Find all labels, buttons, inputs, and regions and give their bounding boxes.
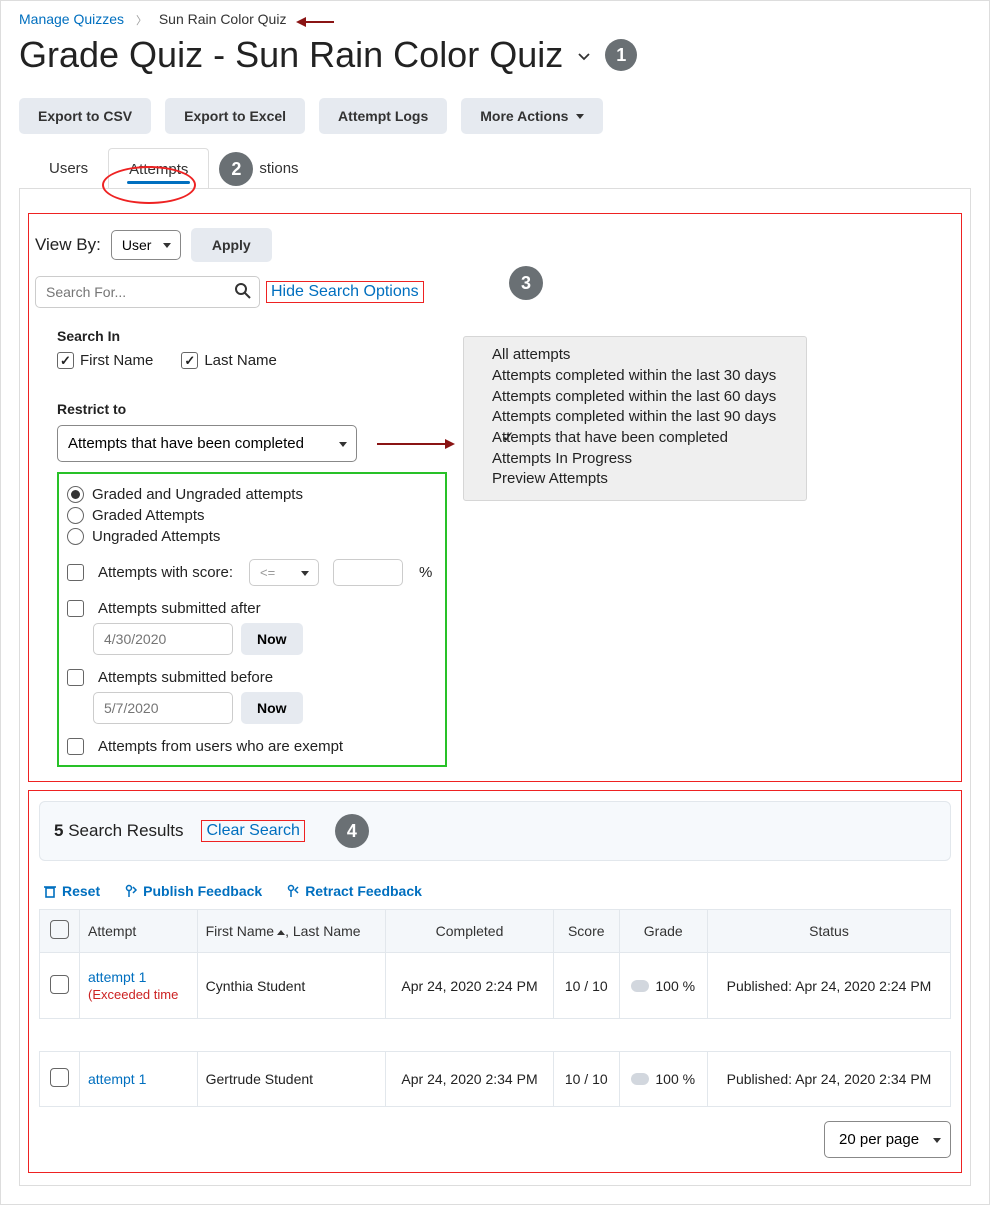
step-1-badge: 1 — [605, 39, 637, 71]
row-checkbox[interactable] — [50, 1068, 69, 1087]
firstname-checkbox[interactable]: First Name — [57, 352, 153, 369]
retract-feedback-action[interactable]: Retract Feedback — [286, 883, 422, 899]
cell-grade: 100 % — [619, 953, 707, 1019]
radio-ungraded[interactable]: Ungraded Attempts — [67, 528, 437, 545]
table-row: attempt 1 Gertrude Student Apr 24, 2020 … — [40, 1052, 951, 1107]
percent-label: % — [419, 564, 432, 581]
per-page-select[interactable]: 20 per page — [824, 1121, 951, 1158]
reset-action[interactable]: Reset — [43, 883, 100, 899]
search-options-region: View By: User Apply Hide Search Options — [28, 213, 962, 782]
breadcrumb: Manage Quizzes 〉 Sun Rain Color Quiz — [1, 1, 989, 30]
table-row: attempt 1(Exceeded time Cynthia Student … — [40, 953, 951, 1019]
grade-toggle-icon[interactable] — [631, 980, 649, 992]
breadcrumb-current: Sun Rain Color Quiz — [159, 11, 287, 27]
viewby-select[interactable]: User — [111, 230, 181, 260]
row-checkbox[interactable] — [50, 975, 69, 994]
cell-completed: Apr 24, 2020 2:34 PM — [386, 1052, 554, 1107]
radio-graded[interactable]: Graded Attempts — [67, 507, 437, 524]
col-grade[interactable]: Grade — [619, 910, 707, 953]
export-csv-button[interactable]: Export to CSV — [19, 98, 151, 134]
score-checkbox[interactable]: Attempts with score: % — [67, 559, 437, 586]
action-bar: Export to CSV Export to Excel Attempt Lo… — [1, 90, 989, 148]
grade-toggle-icon[interactable] — [631, 1073, 649, 1085]
cell-score: 10 / 10 — [553, 1052, 619, 1107]
annotation-arrow-icon — [296, 12, 336, 28]
export-excel-button[interactable]: Export to Excel — [165, 98, 305, 134]
col-score[interactable]: Score — [553, 910, 619, 953]
search-icon[interactable] — [234, 282, 252, 300]
content-panel: View By: User Apply Hide Search Options — [19, 188, 971, 1186]
before-checkbox[interactable]: Attempts submitted before — [67, 669, 437, 686]
select-all-checkbox[interactable] — [50, 920, 69, 939]
publish-feedback-action[interactable]: Publish Feedback — [124, 883, 262, 899]
sort-ascending-icon — [277, 930, 285, 935]
lastname-checkbox[interactable]: Last Name — [181, 352, 277, 369]
restrict-option[interactable]: Attempts completed within the last 30 da… — [492, 366, 794, 387]
radio-both[interactable]: Graded and Ungraded attempts — [67, 486, 437, 503]
breadcrumb-root-link[interactable]: Manage Quizzes — [19, 11, 124, 27]
before-date-input[interactable] — [93, 692, 233, 724]
score-operator-select[interactable] — [249, 559, 319, 586]
cell-name: Cynthia Student — [197, 953, 385, 1019]
step-4-badge: 4 — [335, 814, 369, 848]
restrict-option[interactable]: All attempts — [492, 345, 794, 366]
tab-questions[interactable]: stions — [259, 148, 318, 188]
tab-users[interactable]: Users — [29, 148, 108, 188]
annotation-arrow-icon — [375, 435, 455, 453]
cell-completed: Apr 24, 2020 2:24 PM — [386, 953, 554, 1019]
cell-name: Gertrude Student — [197, 1052, 385, 1107]
after-now-button[interactable]: Now — [241, 623, 303, 655]
col-status[interactable]: Status — [707, 910, 950, 953]
restrict-select[interactable]: Attempts that have been completed — [57, 425, 357, 462]
restrict-dropdown-popup: All attempts Attempts completed within t… — [463, 336, 807, 501]
restrict-option[interactable]: Attempts completed within the last 90 da… — [492, 407, 794, 428]
restrict-option[interactable]: Attempts completed within the last 60 da… — [492, 387, 794, 408]
cell-status: Published: Apr 24, 2020 2:34 PM — [707, 1052, 950, 1107]
filter-options-region: Graded and Ungraded attempts Graded Atte… — [57, 472, 447, 767]
attempt-link[interactable]: attempt 1 — [88, 1071, 146, 1087]
restrict-option[interactable]: Attempts In Progress — [492, 449, 794, 470]
attempt-logs-button[interactable]: Attempt Logs — [319, 98, 447, 134]
results-region: 5 Search Results Clear Search 4 Reset Pu… — [28, 790, 962, 1173]
clear-search-link[interactable]: Clear Search — [206, 822, 299, 839]
viewby-label: View By: — [35, 235, 101, 255]
attempt-link[interactable]: attempt 1 — [88, 969, 146, 985]
results-table: Attempt First Name, Last Name Completed … — [39, 909, 951, 1107]
chevron-right-icon: 〉 — [136, 15, 147, 27]
hide-search-options-link[interactable]: Hide Search Options — [271, 283, 419, 300]
restrict-option-selected[interactable]: Attempts that have been completed — [492, 428, 794, 449]
title-dropdown-caret-icon[interactable] — [577, 47, 591, 63]
results-bar: 5 Search Results Clear Search 4 — [39, 801, 951, 861]
tab-attempts[interactable]: Attempts — [108, 148, 209, 188]
cell-score: 10 / 10 — [553, 953, 619, 1019]
apply-button[interactable]: Apply — [191, 228, 272, 262]
col-name[interactable]: First Name, Last Name — [197, 910, 385, 953]
before-now-button[interactable]: Now — [241, 692, 303, 724]
score-value-input[interactable] — [333, 559, 403, 586]
search-input[interactable] — [35, 276, 260, 308]
exempt-checkbox[interactable]: Attempts from users who are exempt — [67, 738, 437, 755]
col-attempt[interactable]: Attempt — [80, 910, 198, 953]
after-checkbox[interactable]: Attempts submitted after — [67, 600, 437, 617]
col-completed[interactable]: Completed — [386, 910, 554, 953]
step-2-badge: 2 — [219, 152, 253, 186]
page-title: Grade Quiz - Sun Rain Color Quiz — [19, 34, 563, 76]
tabs: Users Attempts 2 stions — [1, 148, 989, 188]
cell-grade: 100 % — [619, 1052, 707, 1107]
more-actions-button[interactable]: More Actions — [461, 98, 603, 134]
exceeded-note: (Exceeded time — [88, 987, 189, 1002]
after-date-input[interactable] — [93, 623, 233, 655]
cell-status: Published: Apr 24, 2020 2:24 PM — [707, 953, 950, 1019]
restrict-option[interactable]: Preview Attempts — [492, 469, 794, 490]
